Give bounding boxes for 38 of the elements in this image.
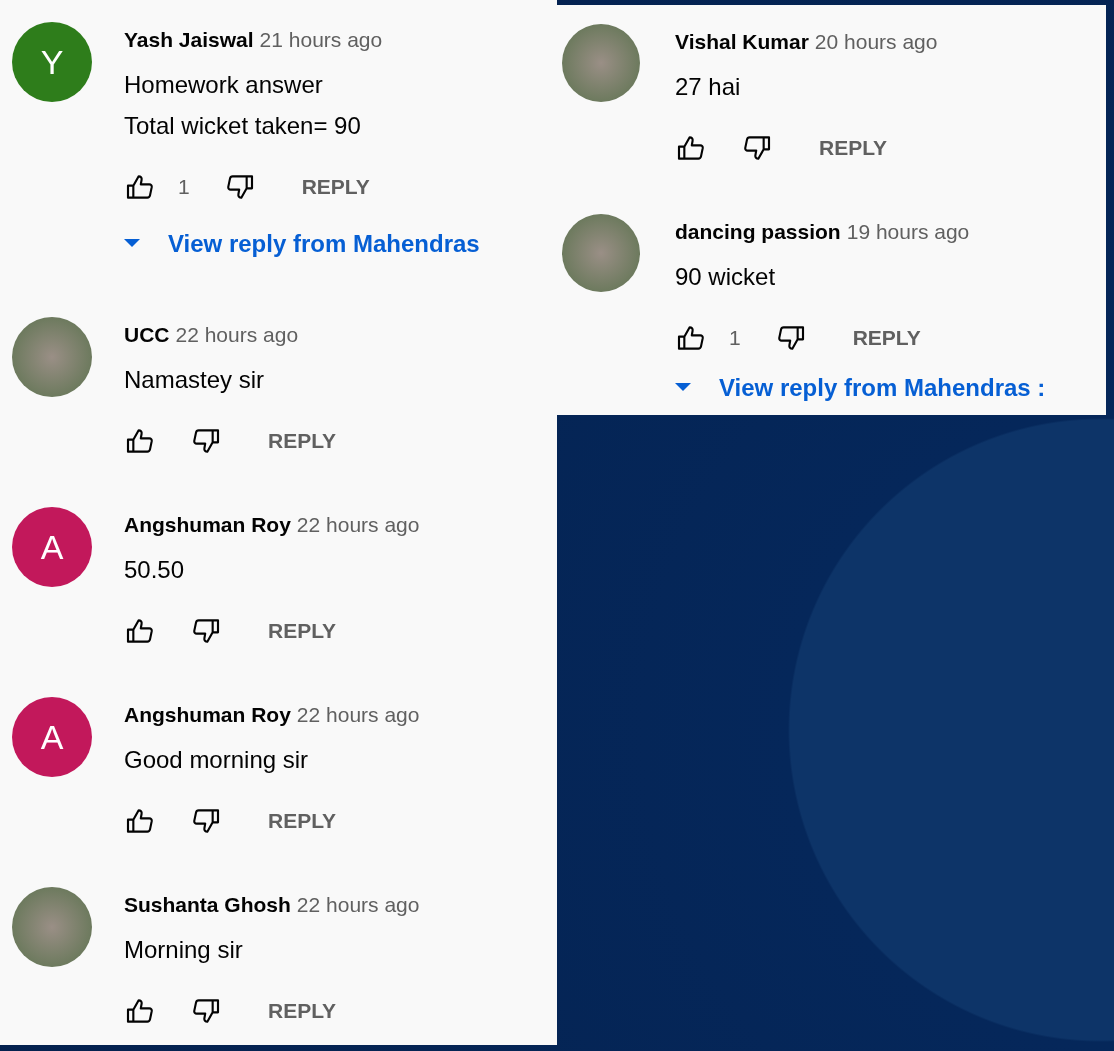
view-replies-link[interactable]: View reply from Mahendras : [675,370,1046,406]
comment-text: Good morning sir [124,745,310,775]
reply-button[interactable]: REPLY [301,175,370,199]
author-name[interactable]: Sushanta Ghosh [124,893,291,916]
reply-button[interactable]: REPLY [268,999,337,1023]
author-name[interactable]: Vishal Kumar [675,30,809,53]
comment-time[interactable]: 21 hours ago [259,28,383,51]
like-count: 1 [729,326,741,350]
comment-time[interactable]: 22 hours ago [296,513,420,536]
comment-text: 27 hai [675,72,742,102]
author-name[interactable]: Yash Jaiswal [124,28,254,51]
avatar[interactable]: A [12,697,92,777]
reply-button[interactable]: REPLY [268,429,337,453]
comment-text: Namastey sir [124,365,266,395]
avatar[interactable]: A [12,507,92,587]
comment-text: 50.50 [124,555,186,585]
comment-text: 90 wicket [675,262,777,292]
like-count: 1 [178,175,190,199]
author-name[interactable]: Angshuman Roy [124,703,291,726]
author-name[interactable]: UCC [124,323,170,346]
comment-time[interactable]: 22 hours ago [296,893,420,916]
comment-text: Total wicket taken= 90 [124,111,362,141]
caret-icon [124,239,140,249]
comment-time[interactable]: 19 hours ago [846,220,970,243]
comment-time[interactable]: 22 hours ago [296,703,420,726]
avatar[interactable]: Y [12,22,92,102]
comment-text: Morning sir [124,935,244,965]
author-name[interactable]: Angshuman Roy [124,513,291,536]
reply-button[interactable]: REPLY [819,136,888,160]
comment-time[interactable]: 22 hours ago [175,323,299,346]
author-name[interactable]: dancing passion [675,220,841,243]
reply-button[interactable]: REPLY [852,326,921,350]
comment-time[interactable]: 20 hours ago [814,30,938,53]
reply-button[interactable]: REPLY [268,809,337,833]
caret-icon [675,383,691,393]
comment-text: Homework answer [124,70,324,100]
reply-button[interactable]: REPLY [268,619,337,643]
view-replies-link[interactable]: View reply from Mahendras [124,224,480,264]
